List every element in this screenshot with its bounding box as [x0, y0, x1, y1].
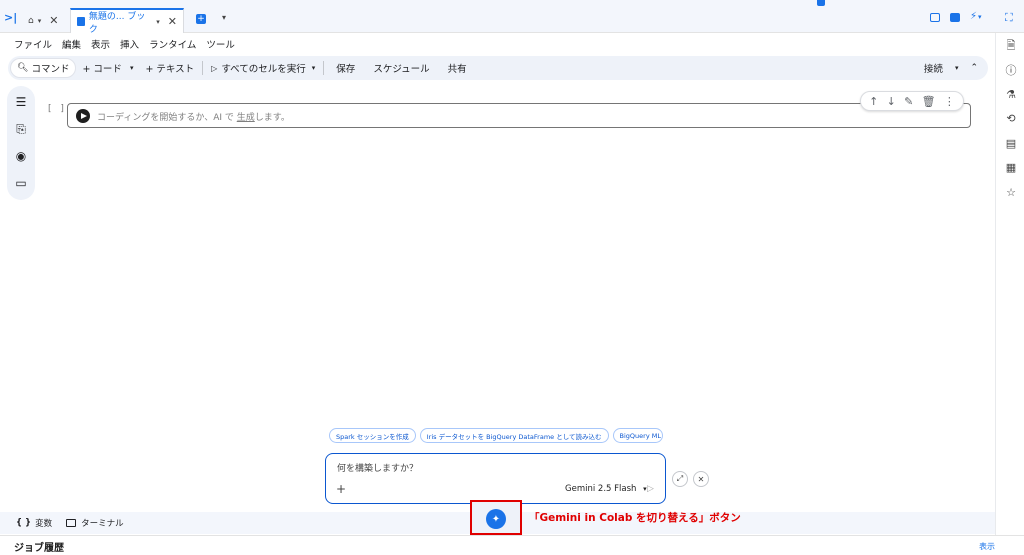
add-code-button[interactable]: + コード ▾ — [76, 56, 139, 80]
cell-execution-count: [ ] — [48, 104, 67, 114]
document-icon[interactable]: 🗎︎ — [1004, 39, 1018, 53]
cell-placeholder-prefix: コーディングを開始するか、AI で — [97, 113, 234, 123]
arrow-down-icon[interactable]: ↓ — [887, 95, 896, 108]
close-icon[interactable]: ✕ — [168, 15, 177, 28]
show-button[interactable]: 表示 — [979, 541, 995, 552]
command-button[interactable]: 🔍︎ コマンド — [10, 58, 77, 78]
fullscreen-icon[interactable]: ⛶ — [1005, 11, 1013, 25]
folder-icon[interactable]: ▭ — [14, 176, 28, 190]
edit-icon[interactable]: ✎ — [904, 95, 913, 108]
close-icon[interactable]: ✕ — [49, 14, 58, 27]
find-icon[interactable]: ⎘ — [14, 122, 28, 136]
flask-icon[interactable]: ⚗︎ — [1004, 88, 1018, 102]
code-cell[interactable]: コーディングを開始するか、AI で 生成します。 — [67, 103, 971, 128]
chevron-down-icon[interactable]: ▾ — [130, 64, 134, 72]
right-sidebar: 🗎︎ ⓘ ⚗︎ ⟲ ▤ ▦ ☆ — [995, 33, 1024, 555]
send-icon[interactable]: ▷ — [647, 484, 654, 494]
gemini-suggestions: Spark セッションを作成 Iris データセットを BigQuery Dat… — [329, 428, 667, 443]
chevron-down-icon: ▾ — [37, 16, 42, 25]
add-text-label: + テキスト — [145, 64, 195, 75]
model-selector[interactable]: Gemini 2.5 Flash ▾ — [565, 484, 647, 494]
chevron-down-icon[interactable]: ▾ — [949, 56, 965, 80]
run-all-label: すべてのセルを実行 — [221, 64, 306, 75]
add-attachment-button[interactable]: + — [336, 482, 346, 496]
notification-icon — [817, 0, 825, 6]
job-history-bar: ジョブ履歴 表示 — [0, 535, 1024, 555]
tab-notebook-label: 無題の... ブック — [88, 11, 146, 35]
add-text-button[interactable]: + テキスト — [139, 56, 200, 80]
suggestion-chip[interactable]: BigQuery ML — [612, 428, 663, 443]
cell-placeholder: コーディングを開始するか、AI で 生成します。 — [97, 110, 290, 123]
terminal-label: ターミナル — [81, 519, 124, 529]
model-selector-label: Gemini 2.5 Flash — [565, 484, 637, 494]
save-button[interactable]: 保存 — [330, 56, 361, 80]
magic-wand-icon[interactable]: ⚡ ▾ — [970, 11, 982, 22]
chevron-up-icon[interactable]: ⌃ — [964, 56, 984, 80]
braces-icon: { } — [16, 518, 32, 528]
history-icon[interactable]: ⟲ — [1004, 112, 1018, 126]
screen-icon[interactable] — [930, 13, 940, 22]
generate-link[interactable]: 生成 — [237, 113, 255, 123]
chevron-down-icon: ▾ — [156, 17, 160, 26]
menu-view[interactable]: 表示 — [91, 37, 110, 51]
variables-eye-icon[interactable]: ◉ — [14, 149, 28, 163]
cell-toolbar: ↑ ↓ ✎ 🗑︎ ⋮ — [860, 91, 964, 111]
menu-tools[interactable]: ツール — [206, 37, 235, 51]
notebook-area — [40, 86, 990, 511]
keyboard-icon[interactable] — [950, 13, 960, 22]
home-icon: ⌂ — [28, 15, 34, 26]
close-icon[interactable]: ✕ — [693, 471, 709, 487]
left-sidebar: ☰ ⎘ ◉ ▭ — [7, 86, 35, 200]
chevron-down-icon[interactable]: ▾ — [222, 13, 226, 22]
menu-file[interactable]: ファイル — [14, 37, 52, 51]
run-all-button[interactable]: ▷ すべてのセルを実行 ▾ — [205, 56, 321, 80]
variables-button[interactable]: { } 変数 — [16, 517, 52, 529]
tab-notebook[interactable]: 無題の... ブック ▾ ✕ — [70, 8, 184, 35]
menu-insert[interactable]: 挿入 — [120, 37, 139, 51]
table-of-contents-icon[interactable]: ☰ — [14, 95, 28, 109]
suggestion-chip[interactable]: Spark セッションを作成 — [329, 428, 416, 443]
gemini-prompt-box[interactable]: 何を構築しますか？ + Gemini 2.5 Flash ▾ ▷ — [325, 453, 666, 504]
comment-icon[interactable]: ▤ — [1004, 137, 1018, 151]
chevron-down-icon[interactable]: ▾ — [312, 64, 316, 72]
terminal-button[interactable]: ターミナル — [66, 517, 124, 529]
info-icon[interactable]: ⓘ — [1004, 64, 1018, 78]
play-icon: ▷ — [211, 63, 218, 73]
divider — [202, 61, 204, 75]
expand-icon[interactable]: ⤢ — [672, 471, 688, 487]
job-history-title: ジョブ履歴 — [14, 543, 64, 554]
tab-bar: >| ⌂ ▾ ✕ 無題の... ブック ▾ ✕ + ▾ ⚡ ▾ ⛶ — [0, 0, 1024, 35]
divider — [323, 61, 325, 75]
schedule-button[interactable]: スケジュール — [367, 56, 435, 80]
trash-icon[interactable]: 🗑︎ — [922, 95, 936, 108]
gemini-prompt-placeholder: 何を構築しますか？ — [337, 464, 419, 474]
annotation-label: 「Gemini in Colab を切り替える」ボタン — [529, 512, 741, 524]
share-button[interactable]: 共有 — [442, 56, 473, 80]
calendar-icon[interactable]: ▦ — [1004, 161, 1018, 175]
variables-label: 変数 — [35, 519, 53, 529]
star-icon[interactable]: ☆ — [1004, 186, 1018, 200]
suggestion-chip[interactable]: Iris データセットを BigQuery DataFrame として読み込む — [419, 428, 609, 443]
toolbar: 🔍︎ コマンド + コード ▾ + テキスト ▷ すべてのセルを実行 ▾ 保存 … — [8, 56, 988, 80]
more-icon[interactable]: ⋮ — [944, 95, 955, 108]
terminal-icon — [66, 519, 77, 527]
expand-sidebar-icon[interactable]: >| — [4, 11, 17, 24]
add-code-label: + コード — [82, 64, 122, 75]
run-cell-icon[interactable] — [76, 109, 90, 123]
sparkle-icon: ✦ — [491, 513, 501, 525]
connect-button[interactable]: 接続 — [918, 56, 949, 80]
notebook-icon — [77, 17, 85, 26]
arrow-up-icon[interactable]: ↑ — [869, 95, 878, 108]
gemini-toggle-highlight: ✦ — [470, 500, 522, 535]
plus-square-icon[interactable]: + — [196, 14, 206, 24]
search-icon: 🔍︎ — [17, 63, 29, 73]
cell-placeholder-suffix: します。 — [254, 113, 290, 123]
menu-runtime[interactable]: ランタイム — [149, 37, 196, 51]
tab-home[interactable]: ⌂ ▾ ✕ — [22, 8, 64, 33]
command-label: コマンド — [31, 64, 70, 75]
menu-edit[interactable]: 編集 — [62, 37, 81, 51]
menu-bar: ファイル 編集 表示 挿入 ランタイム ツール — [0, 34, 995, 54]
gemini-toggle-button[interactable]: ✦ — [486, 509, 506, 529]
